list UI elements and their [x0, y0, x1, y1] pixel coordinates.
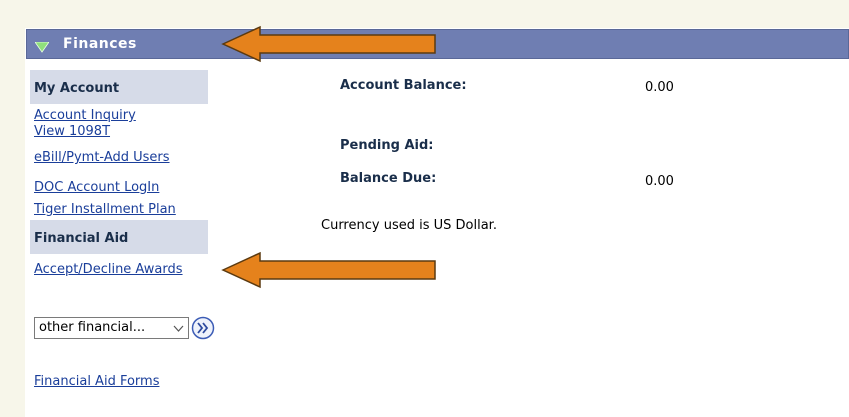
accept-decline-awards-link[interactable]: Accept/Decline Awards [34, 262, 183, 277]
double-chevron-right-icon[interactable] [191, 316, 215, 344]
ebill-add-users-link[interactable]: eBill/Pymt-Add Users [34, 150, 170, 165]
view-1098t-link[interactable]: View 1098T [34, 124, 110, 139]
chevron-down-icon [173, 322, 184, 337]
account-balance-value: 0.00 [645, 80, 674, 95]
currency-note: Currency used is US Dollar. [321, 218, 497, 233]
balance-due-value: 0.00 [645, 174, 674, 189]
callout-arrow-finances [221, 25, 436, 63]
tiger-installment-plan-link[interactable]: Tiger Installment Plan [34, 202, 176, 217]
triangle-down-icon[interactable] [34, 38, 50, 57]
financial-aid-heading: Financial Aid [30, 220, 208, 254]
select-value: other financial... [39, 320, 146, 335]
finances-panel: Finances My Account Account Inquiry View… [25, 28, 849, 417]
my-account-heading: My Account [30, 70, 208, 104]
pending-aid-label: Pending Aid: [340, 138, 434, 153]
financial-aid-forms-link[interactable]: Financial Aid Forms [34, 374, 159, 389]
account-inquiry-link[interactable]: Account Inquiry [34, 108, 136, 123]
doc-account-login-link[interactable]: DOC Account LogIn [34, 180, 159, 195]
balance-due-label: Balance Due: [340, 171, 437, 186]
account-balance-label: Account Balance: [340, 78, 467, 93]
callout-arrow-awards [221, 251, 436, 289]
finances-title: Finances [63, 36, 137, 52]
other-financial-select[interactable]: other financial... [34, 317, 189, 339]
